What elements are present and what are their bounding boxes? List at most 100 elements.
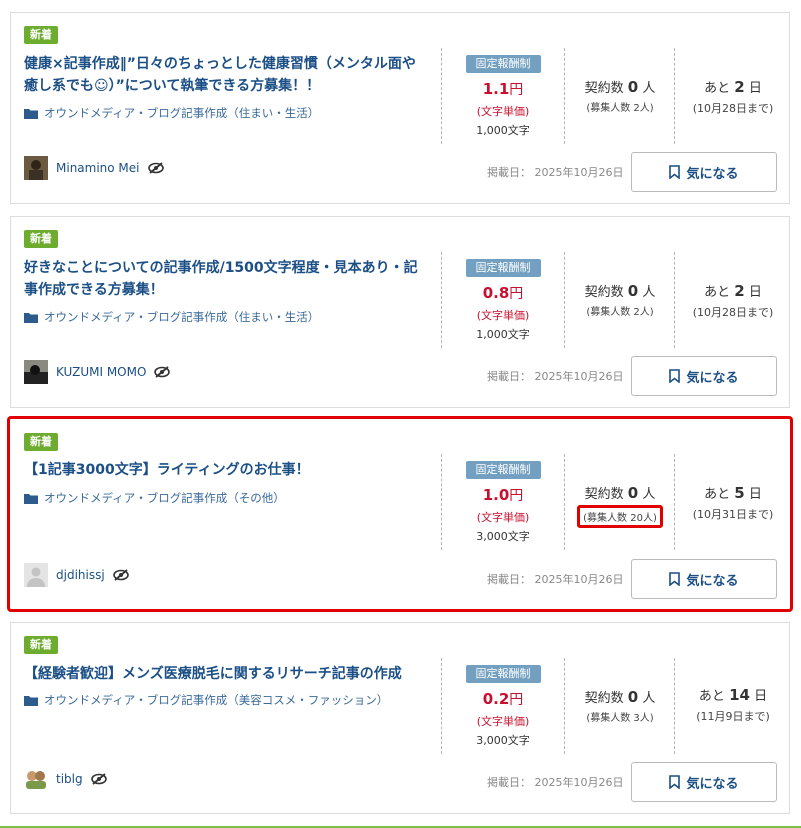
folder-icon: [24, 493, 38, 504]
recruit-count-highlighted: (募集人数 20人): [577, 505, 663, 528]
pay-amount: 0.2: [482, 690, 510, 708]
days-left: 14: [729, 686, 750, 704]
posted-date: 掲載日： 2025年10月26日: [487, 776, 624, 789]
pay-info: 固定報酬制 0.2円 (文字単価) 3,000文字: [442, 662, 564, 748]
pay-type-tag: 固定報酬制: [465, 259, 541, 277]
bookmark-icon: [669, 775, 681, 789]
job-title-link[interactable]: 健康×記事作成‖”日々のちょっとした健康習慣（メンタル面や癒し系でも☺）”につい…: [24, 53, 426, 97]
user-name[interactable]: Minamino Mei: [56, 161, 140, 175]
job-title-link[interactable]: 【経験者歓迎】メンズ医療脱毛に関するリサーチ記事の作成: [24, 663, 426, 685]
pay-type-tag: 固定報酬制: [465, 665, 541, 683]
favorite-label: 気になる: [686, 166, 739, 182]
job-card[interactable]: 新着 健康×記事作成‖”日々のちょっとした健康習慣（メンタル面や癒し系でも☺）”…: [10, 12, 790, 204]
favorite-button[interactable]: 気になる: [631, 559, 777, 599]
deadline-date: (10月28日まで): [692, 306, 774, 319]
favorite-button[interactable]: 気になる: [631, 152, 777, 192]
category-label: オウンドメディア・ブログ記事作成（住まい・生活）: [44, 310, 320, 324]
user-name[interactable]: djdihissj: [56, 568, 105, 582]
eye-slash-icon: [147, 162, 164, 174]
client-user[interactable]: djdihissj: [24, 563, 129, 587]
eye-slash-icon: [112, 569, 129, 581]
bookmark-icon: [669, 369, 681, 383]
pay-info: 固定報酬制 0.8円 (文字単価) 1,000文字: [442, 256, 564, 342]
favorite-label: 気になる: [686, 370, 739, 386]
category-label: オウンドメディア・ブログ記事作成（その他）: [44, 491, 285, 505]
days-left: 2: [734, 78, 745, 96]
job-category[interactable]: オウンドメディア・ブログ記事作成（その他）: [24, 490, 285, 506]
folder-icon: [24, 695, 38, 706]
contract-info: 契約数 0 人 (募集人数 2人): [567, 77, 673, 114]
new-badge: 新着: [24, 636, 58, 654]
job-title-link[interactable]: 【1記事3000文字】ライティングのお仕事！: [24, 459, 426, 481]
pay-info: 固定報酬制 1.0円 (文字単価) 3,000文字: [442, 458, 564, 544]
avatar: [24, 360, 48, 384]
posted-date: 掲載日： 2025年10月26日: [487, 370, 624, 383]
client-user[interactable]: KUZUMI MOMO: [24, 360, 171, 384]
bookmark-icon: [669, 165, 681, 179]
category-label: オウンドメディア・ブログ記事作成（美容コスメ・ファッション）: [44, 693, 389, 707]
deadline-date: (10月28日まで): [692, 102, 774, 115]
deadline-info: あと 2 日 (10月28日まで): [677, 77, 789, 116]
job-card[interactable]: 新着 【経験者歓迎】メンズ医療脱毛に関するリサーチ記事の作成 オウンドメディア・…: [10, 622, 790, 814]
deadline-info: あと 5 日 (10月31日まで): [677, 483, 789, 522]
deadline-date: (10月31日まで): [692, 508, 774, 521]
recruit-count: (募集人数 2人): [586, 103, 654, 114]
char-count: 1,000文字: [476, 124, 530, 137]
pay-unit-note: (文字単価): [476, 105, 530, 118]
favorite-label: 気になる: [686, 776, 739, 792]
new-badge: 新着: [24, 433, 58, 451]
char-count: 1,000文字: [476, 328, 530, 341]
pay-amount: 1.0: [482, 486, 510, 504]
eye-slash-icon: [90, 773, 107, 785]
job-category[interactable]: オウンドメディア・ブログ記事作成（美容コスメ・ファッション）: [24, 692, 388, 708]
pay-unit-note: (文字単価): [476, 511, 530, 524]
job-category[interactable]: オウンドメディア・ブログ記事作成（住まい・生活）: [24, 105, 319, 121]
job-category[interactable]: オウンドメディア・ブログ記事作成（住まい・生活）: [24, 309, 319, 325]
contract-info: 契約数 0 人 (募集人数 2人): [567, 281, 673, 318]
deadline-date: (11月9日まで): [696, 710, 770, 723]
favorite-label: 気になる: [686, 573, 739, 589]
client-user[interactable]: tiblg: [24, 767, 107, 791]
job-card[interactable]: 新着 好きなことについての記事作成/1500文字程度・見本あり・記事作成できる方…: [10, 216, 790, 408]
contract-info: 契約数 0 人 (募集人数 3人): [567, 687, 673, 724]
new-badge: 新着: [24, 26, 58, 44]
avatar-placeholder: [24, 563, 48, 587]
recruit-count: (募集人数 2人): [586, 307, 654, 318]
pay-unit-note: (文字単価): [476, 715, 530, 728]
user-name[interactable]: tiblg: [56, 772, 83, 786]
bookmark-icon: [669, 572, 681, 586]
client-user[interactable]: Minamino Mei: [24, 156, 164, 180]
days-left: 5: [734, 484, 745, 502]
category-label: オウンドメディア・ブログ記事作成（住まい・生活）: [44, 106, 320, 120]
avatar: [24, 156, 48, 180]
user-name[interactable]: KUZUMI MOMO: [56, 365, 146, 379]
folder-icon: [24, 312, 38, 323]
avatar: [24, 767, 48, 791]
char-count: 3,000文字: [476, 530, 530, 543]
eye-slash-icon: [154, 366, 171, 378]
deadline-info: あと 14 日 (11月9日まで): [677, 685, 789, 724]
char-count: 3,000文字: [476, 734, 530, 747]
new-badge: 新着: [24, 230, 58, 248]
contract-count: 0: [627, 688, 639, 706]
pay-type-tag: 固定報酬制: [465, 461, 541, 479]
pay-type-tag: 固定報酬制: [465, 55, 541, 73]
pay-amount: 1.1: [482, 80, 510, 98]
contract-count: 0: [627, 282, 639, 300]
contract-count: 0: [627, 78, 639, 96]
job-title-link[interactable]: 好きなことについての記事作成/1500文字程度・見本あり・記事作成できる方募集！: [24, 257, 426, 301]
pay-info: 固定報酬制 1.1円 (文字単価) 1,000文字: [442, 52, 564, 138]
folder-icon: [24, 108, 38, 119]
contract-count: 0: [627, 484, 639, 502]
posted-date: 掲載日： 2025年10月26日: [487, 573, 624, 586]
favorite-button[interactable]: 気になる: [631, 762, 777, 802]
contract-info: 契約数 0 人 (募集人数 20人): [567, 483, 673, 528]
favorite-button[interactable]: 気になる: [631, 356, 777, 396]
pay-unit-note: (文字単価): [476, 309, 530, 322]
pay-amount: 0.8: [482, 284, 510, 302]
job-card-highlighted[interactable]: 新着 【1記事3000文字】ライティングのお仕事！ オウンドメディア・ブログ記事…: [7, 416, 793, 612]
posted-date: 掲載日： 2025年10月26日: [487, 166, 624, 179]
recruit-count: (募集人数 3人): [586, 713, 654, 724]
deadline-info: あと 2 日 (10月28日まで): [677, 281, 789, 320]
days-left: 2: [734, 282, 745, 300]
